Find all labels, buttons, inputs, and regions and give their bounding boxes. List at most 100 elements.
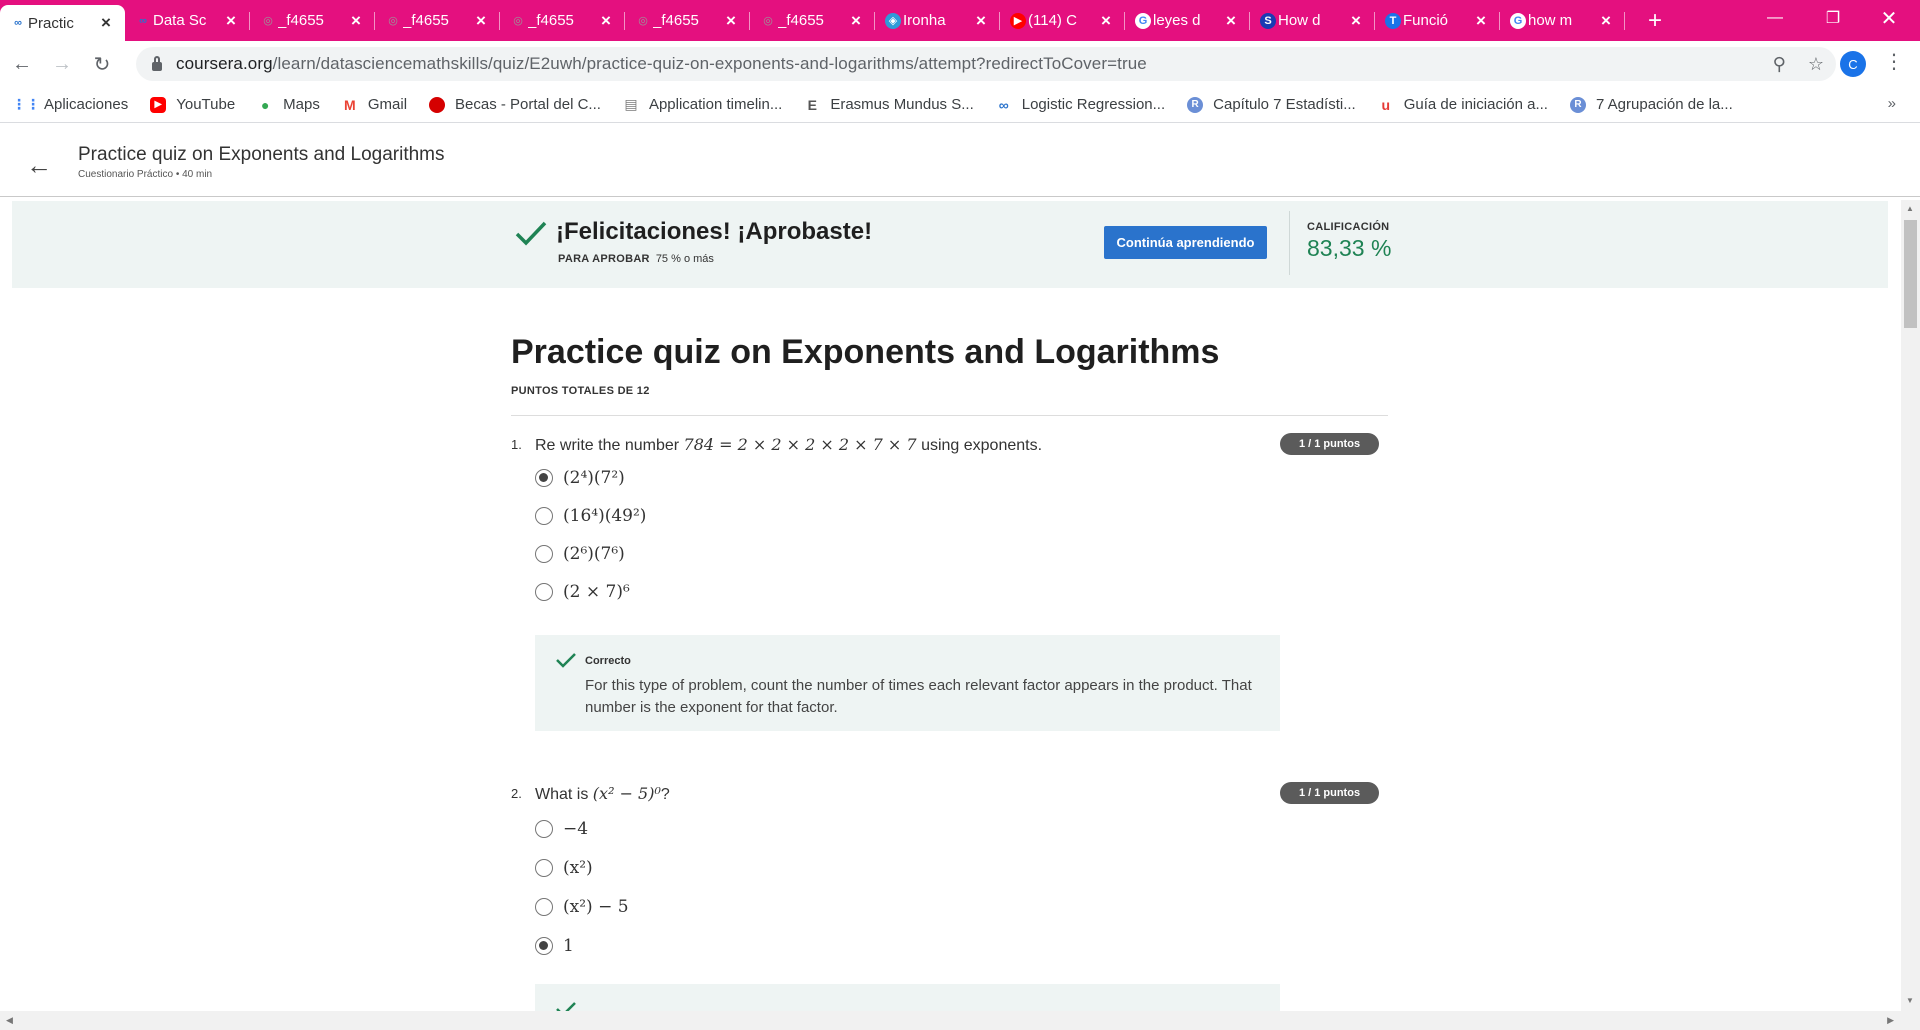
globe-icon: ◎	[263, 15, 273, 27]
feedback-box: Correcto For this type of problem, count…	[535, 635, 1280, 731]
url-host: coursera.org	[176, 54, 273, 73]
radio-button[interactable]	[535, 898, 553, 916]
vertical-scrollbar[interactable]: ▲ ▼	[1901, 200, 1920, 1011]
tab-title: _f4655	[403, 12, 449, 29]
tab-8[interactable]: ◈ Ironha ×	[875, 0, 1000, 41]
tab-close-icon[interactable]: ×	[1097, 11, 1115, 31]
back-icon[interactable]: ←	[4, 46, 40, 82]
answer-option[interactable]: (2⁴)(7²)	[535, 466, 625, 490]
apps-grid-icon: ⋮⋮	[12, 96, 40, 112]
tab-close-icon[interactable]: ×	[1222, 11, 1240, 31]
bookmark-item[interactable]: R 7 Agrupación de la...	[1569, 96, 1733, 113]
radio-button-selected[interactable]	[535, 937, 553, 955]
bookmark-star-icon[interactable]: ☆	[1808, 54, 1824, 75]
radio-button[interactable]	[535, 583, 553, 601]
horizontal-scrollbar[interactable]: ◀ ▶	[0, 1011, 1920, 1030]
tab-5[interactable]: ◎ _f4655 ×	[500, 0, 625, 41]
scroll-left-icon[interactable]: ◀	[6, 1015, 13, 1026]
question-text-suffix: using exponents.	[921, 437, 1043, 454]
restore-icon[interactable]: ❐	[1810, 0, 1856, 36]
tab-6[interactable]: ◎ _f4655 ×	[625, 0, 750, 41]
tab-close-icon[interactable]: ×	[1597, 11, 1615, 31]
answer-option[interactable]: (x²) − 5	[535, 895, 629, 919]
tab-close-icon[interactable]: ×	[722, 11, 740, 31]
answer-option[interactable]: (x²)	[535, 856, 593, 880]
tab-close-icon[interactable]: ×	[222, 11, 240, 31]
new-tab-button[interactable]: +	[1637, 7, 1673, 35]
s-icon: S	[1260, 12, 1276, 29]
browser-menu-icon[interactable]: ⋮	[1884, 49, 1904, 74]
globe-icon: ◎	[388, 15, 398, 27]
google-icon: G	[1135, 12, 1151, 29]
tab-3[interactable]: ◎ _f4655 ×	[250, 0, 375, 41]
close-window-icon[interactable]: ✕	[1866, 0, 1912, 36]
tab-close-icon[interactable]: ×	[472, 11, 490, 31]
answer-option[interactable]: (2⁶)(7⁶)	[535, 542, 625, 566]
scrollbar-thumb[interactable]	[1904, 220, 1917, 328]
bookmarks-bar: ⋮⋮ Aplicaciones ▶ YouTube ● Maps M Gmail ● Becas …	[0, 87, 1920, 123]
bookmark-item[interactable]: M Gmail	[342, 96, 407, 113]
tab-12[interactable]: T Funció ×	[1375, 0, 1500, 41]
reload-icon[interactable]: ↻	[84, 46, 120, 82]
feedback-title: Correcto	[585, 655, 631, 667]
question-text: Re write the number 784 = 2 × 2 × 2 × 2 …	[535, 435, 1042, 455]
tab-9[interactable]: ▶ (114) C ×	[1000, 0, 1125, 41]
tab-close-icon[interactable]: ×	[847, 11, 865, 31]
bookmark-item[interactable]: E Erasmus Mundus S...	[804, 96, 974, 113]
application-icon: ▤	[624, 96, 638, 112]
tab-11[interactable]: S How d ×	[1250, 0, 1375, 41]
bookmark-item[interactable]: u Guía de iniciación a...	[1378, 96, 1548, 113]
answer-option[interactable]: (16⁴)(49²)	[535, 504, 646, 528]
radio-button-selected[interactable]	[535, 469, 553, 487]
question-number: 1.	[511, 437, 522, 452]
bookmarks-more-button[interactable]: »	[1888, 95, 1896, 112]
bookmark-item[interactable]: ▤ Application timelin...	[623, 96, 782, 113]
bookmark-item[interactable]: R Capítulo 7 Estadísti...	[1187, 96, 1356, 113]
tab-title: Data Sc	[153, 12, 207, 29]
radio-button[interactable]	[535, 545, 553, 563]
tab-close-icon[interactable]: ×	[597, 11, 615, 31]
tab-close-icon[interactable]: ×	[97, 13, 115, 33]
tab-2[interactable]: ∞ Data Sc ×	[125, 0, 250, 41]
continue-learning-button[interactable]: Continúa aprendiendo	[1104, 226, 1267, 259]
tab-10[interactable]: Gleyes d ×	[1125, 0, 1250, 41]
bookmark-item[interactable]: ▶ YouTube	[150, 96, 235, 113]
maps-pin-icon: ●	[260, 96, 270, 113]
tab-13[interactable]: Ghow m ×	[1500, 0, 1625, 41]
answer-option[interactable]: (2 × 7)⁶	[535, 580, 630, 604]
tab-close-icon[interactable]: ×	[1347, 11, 1365, 31]
tab-title: _f4655	[653, 12, 699, 29]
bookmark-item[interactable]: ● Maps	[257, 96, 320, 113]
tab-7[interactable]: ◎ _f4655 ×	[750, 0, 875, 41]
pass-requirement: PARA APROBAR 75 % o más	[558, 253, 714, 265]
address-bar[interactable]: coursera.org/learn/datasciencemathskills…	[136, 47, 1836, 81]
scroll-up-icon[interactable]: ▲	[1906, 204, 1914, 213]
coursera-icon: ∞	[14, 17, 22, 29]
tab-title: Ironha	[903, 12, 946, 29]
zoom-icon[interactable]: ⚲	[1773, 54, 1786, 75]
scroll-down-icon[interactable]: ▼	[1906, 996, 1914, 1005]
radio-button[interactable]	[535, 820, 553, 838]
radio-button[interactable]	[535, 507, 553, 525]
option-label: 1	[563, 936, 574, 956]
forward-icon[interactable]: →	[44, 46, 80, 82]
answer-option[interactable]: −4	[535, 817, 588, 841]
bookmark-item[interactable]: ● Becas - Portal del C...	[429, 96, 601, 113]
bookmark-item[interactable]: ∞ Logistic Regression...	[996, 96, 1165, 113]
radio-button[interactable]	[535, 859, 553, 877]
back-arrow-icon[interactable]: ←	[26, 150, 52, 181]
tab-close-icon[interactable]: ×	[972, 11, 990, 31]
bookmark-label: Guía de iniciación a...	[1403, 96, 1548, 113]
tab-4[interactable]: ◎ _f4655 ×	[375, 0, 500, 41]
answer-option[interactable]: 1	[535, 934, 574, 958]
gmail-icon: M	[344, 96, 356, 113]
tab-close-icon[interactable]: ×	[1472, 11, 1490, 31]
grade-value: 83,33 %	[1307, 235, 1392, 261]
feedback-text: For this type of problem, count the numb…	[585, 677, 1252, 716]
minimize-icon[interactable]: —	[1752, 0, 1798, 36]
bookmark-item[interactable]: ⋮⋮ Aplicaciones	[12, 96, 128, 113]
profile-avatar[interactable]: C	[1840, 51, 1866, 77]
scroll-right-icon[interactable]: ▶	[1887, 1015, 1894, 1026]
tab-close-icon[interactable]: ×	[347, 11, 365, 31]
tab-1[interactable]: ∞ Practic ×	[0, 5, 125, 41]
